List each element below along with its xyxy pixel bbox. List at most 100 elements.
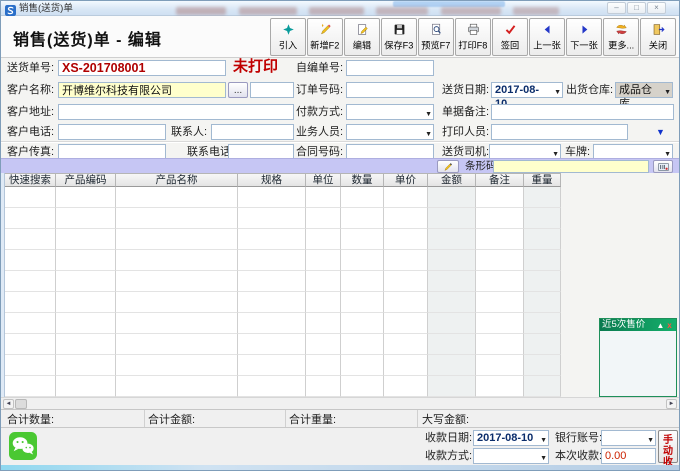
- table-cell[interactable]: [428, 292, 476, 313]
- table-cell[interactable]: [524, 187, 561, 208]
- scroll-right-icon[interactable]: ►: [666, 399, 677, 409]
- table-cell[interactable]: [56, 313, 116, 334]
- table-cell[interactable]: [5, 292, 56, 313]
- table-cell[interactable]: [56, 355, 116, 376]
- table-cell[interactable]: [384, 271, 428, 292]
- table-cell[interactable]: [428, 208, 476, 229]
- table-cell[interactable]: [5, 208, 56, 229]
- more-button[interactable]: 更多...: [603, 18, 639, 56]
- payment-method-select[interactable]: ▼: [346, 104, 434, 120]
- table-cell[interactable]: [306, 187, 341, 208]
- table-cell[interactable]: [476, 187, 524, 208]
- table-cell[interactable]: [384, 250, 428, 271]
- edit-button[interactable]: 编辑: [344, 18, 380, 56]
- table-cell[interactable]: [476, 271, 524, 292]
- bank-account-select[interactable]: ▼: [601, 430, 656, 446]
- table-cell[interactable]: [476, 208, 524, 229]
- customer-code-input[interactable]: [250, 82, 294, 98]
- print-button[interactable]: 打印F8: [455, 18, 491, 56]
- chevron-down-icon[interactable]: ▼: [540, 452, 547, 466]
- table-cell[interactable]: [306, 334, 341, 355]
- table-cell[interactable]: [341, 187, 384, 208]
- table-cell[interactable]: [306, 208, 341, 229]
- warehouse-select[interactable]: 成品仓库▼: [615, 82, 673, 98]
- table-cell[interactable]: [384, 229, 428, 250]
- table-cell[interactable]: [238, 313, 306, 334]
- previous-record-button[interactable]: 上一张: [529, 18, 565, 56]
- table-cell[interactable]: [238, 292, 306, 313]
- chevron-down-icon[interactable]: ▼: [647, 434, 654, 448]
- table-cell[interactable]: [476, 334, 524, 355]
- table-cell[interactable]: [428, 187, 476, 208]
- table-cell[interactable]: [524, 334, 561, 355]
- table-cell[interactable]: [5, 376, 56, 397]
- current-receipt-input[interactable]: [601, 448, 656, 464]
- table-cell[interactable]: [306, 355, 341, 376]
- table-cell[interactable]: [116, 334, 238, 355]
- table-cell[interactable]: [384, 313, 428, 334]
- table-cell[interactable]: [238, 229, 306, 250]
- table-cell[interactable]: [56, 187, 116, 208]
- table-cell[interactable]: [384, 292, 428, 313]
- table-cell[interactable]: [524, 355, 561, 376]
- scroll-left-icon[interactable]: ◄: [3, 399, 14, 409]
- table-cell[interactable]: [116, 187, 238, 208]
- table-cell[interactable]: [384, 355, 428, 376]
- import-button[interactable]: 引入: [270, 18, 306, 56]
- table-cell[interactable]: [428, 229, 476, 250]
- chevron-down-icon[interactable]: ▼: [540, 434, 547, 448]
- close-button[interactable]: 关闭: [640, 18, 676, 56]
- table-cell[interactable]: [428, 355, 476, 376]
- save-button[interactable]: 保存F3: [381, 18, 417, 56]
- table-cell[interactable]: [524, 229, 561, 250]
- table-cell[interactable]: [5, 355, 56, 376]
- order-no-input[interactable]: [346, 82, 434, 98]
- table-cell[interactable]: [341, 250, 384, 271]
- table-cell[interactable]: [116, 313, 238, 334]
- table-cell[interactable]: [238, 271, 306, 292]
- table-cell[interactable]: [341, 355, 384, 376]
- maximize-button[interactable]: □: [627, 2, 646, 14]
- table-cell[interactable]: [116, 250, 238, 271]
- expand-dropdown-icon[interactable]: ▼: [656, 127, 665, 137]
- table-cell[interactable]: [428, 334, 476, 355]
- contact-input[interactable]: [211, 124, 294, 140]
- table-cell[interactable]: [384, 334, 428, 355]
- table-cell[interactable]: [306, 376, 341, 397]
- preview-button[interactable]: 预览F7: [418, 18, 454, 56]
- table-cell[interactable]: [116, 271, 238, 292]
- table-cell[interactable]: [306, 292, 341, 313]
- table-cell[interactable]: [341, 229, 384, 250]
- table-cell[interactable]: [341, 292, 384, 313]
- recent-price-header[interactable]: 近5次售价 ▲ x: [600, 319, 676, 331]
- chevron-down-icon[interactable]: ▼: [425, 128, 432, 142]
- add-button[interactable]: 新增F2: [307, 18, 343, 56]
- manual-receipt-button[interactable]: 手动收款: [658, 430, 678, 463]
- table-cell[interactable]: [238, 355, 306, 376]
- table-cell[interactable]: [116, 229, 238, 250]
- table-cell[interactable]: [238, 187, 306, 208]
- table-cell[interactable]: [524, 271, 561, 292]
- salesman-select[interactable]: ▼: [346, 124, 434, 140]
- table-cell[interactable]: [384, 208, 428, 229]
- table-cell[interactable]: [476, 376, 524, 397]
- table-cell[interactable]: [524, 376, 561, 397]
- barcode-scan-button[interactable]: [653, 160, 673, 173]
- customer-name-input[interactable]: [58, 82, 226, 98]
- table-cell[interactable]: [341, 313, 384, 334]
- table-cell[interactable]: [476, 292, 524, 313]
- table-cell[interactable]: [116, 376, 238, 397]
- delivery-no-input[interactable]: [58, 60, 226, 76]
- table-cell[interactable]: [306, 250, 341, 271]
- table-cell[interactable]: [5, 187, 56, 208]
- table-cell[interactable]: [56, 208, 116, 229]
- table-cell[interactable]: [476, 250, 524, 271]
- table-cell[interactable]: [5, 271, 56, 292]
- self-no-input[interactable]: [346, 60, 434, 76]
- table-cell[interactable]: [5, 250, 56, 271]
- chevron-down-icon[interactable]: ▼: [554, 86, 561, 100]
- doc-note-input[interactable]: [491, 104, 674, 120]
- table-cell[interactable]: [238, 376, 306, 397]
- table-cell[interactable]: [384, 376, 428, 397]
- table-cell[interactable]: [56, 229, 116, 250]
